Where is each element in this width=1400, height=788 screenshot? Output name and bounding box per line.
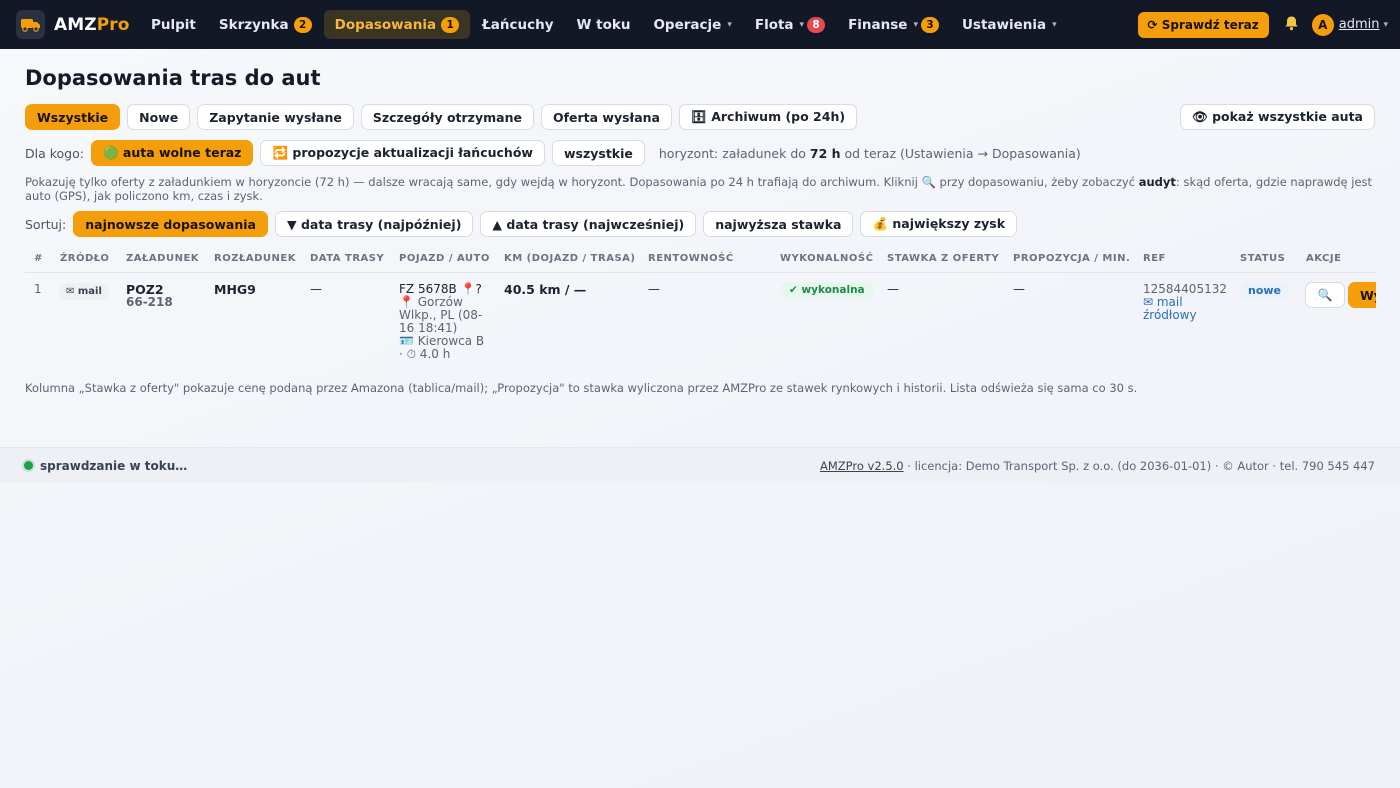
col-actions: Akcje <box>1306 253 1342 264</box>
col-feasibility[interactable]: Wykonalność <box>780 253 873 264</box>
vehicle-cell[interactable]: FZ 5678B 📍? 📍 Gorzów Wlkp., PL (08-16 18… <box>399 283 487 361</box>
vehicle-driver: 🪪 Kierowca B · ⏱ 4.0 h <box>399 334 485 361</box>
nav-w-toku[interactable]: W toku <box>566 10 642 39</box>
offer-rate-value: — <box>887 282 899 296</box>
footer: sprawdzanie w toku… AMZPro v2.5.0 · lice… <box>0 447 1400 483</box>
footer-info: AMZPro v2.5.0 · licencja: Demo Transport… <box>819 459 1375 473</box>
version-link[interactable]: AMZPro v2.5.0 <box>820 459 904 473</box>
source-badge: ✉ mail <box>59 283 109 300</box>
row-number: 1 <box>34 282 42 296</box>
chevron-down-icon: ▾ <box>913 19 918 30</box>
table-note: Kolumna „Stawka z oferty" pokazuje cenę … <box>25 381 1138 395</box>
status-cell: nowe <box>1240 282 1290 299</box>
top-navbar: AMZPro Pulpit Skrzynka 2 Dopasowania 1 Łań… <box>0 0 1400 49</box>
col-proposal[interactable]: Propozycja / min. <box>1013 253 1130 264</box>
sort-highest-rate[interactable]: najwyższa stawka <box>703 211 854 237</box>
col-vehicle[interactable]: Pojazd / auto <box>399 253 490 264</box>
source-mail-link[interactable]: ✉ mail źródłowy <box>1143 296 1235 322</box>
chevron-down-icon: ▾ <box>1052 19 1057 30</box>
col-km[interactable]: Km (dojazd / trasa) <box>504 253 635 264</box>
sort-newest[interactable]: najnowsze dopasowania <box>73 211 268 237</box>
load-cell: POZ2 66-218 <box>126 283 173 309</box>
km-value: 40.5 km / — <box>504 282 587 297</box>
status-badge: nowe <box>1240 282 1290 299</box>
unload-code: MHG9 <box>214 282 256 297</box>
sort-date-latest[interactable]: ▼ data trasy (najpóźniej) <box>274 211 474 237</box>
checking-status: sprawdzanie w toku… <box>40 459 188 473</box>
user-name: admin <box>1338 17 1380 32</box>
count-badge: 1 <box>441 16 460 33</box>
table-row[interactable]: 1 ✉ mail POZ2 66-218 MHG9 — FZ 5678B 📍? … <box>25 273 1376 368</box>
main-nav: Pulpit Skrzynka 2 Dopasowania 1 Łańcuchy W… <box>140 0 1069 49</box>
tab-archiwum[interactable]: 🗄 Archiwum (po 24h) <box>678 104 858 130</box>
tab-nowe[interactable]: Nowe <box>127 104 191 130</box>
matches-table: # Źródło Załadunek Rozładunek Data trasy… <box>25 246 1376 368</box>
nav-lancuchy[interactable]: Łańcuchy <box>471 10 564 39</box>
col-number: # <box>34 253 43 264</box>
horizon-info: horyzont: załadunek do 72 h od teraz (Us… <box>658 145 1081 161</box>
tab-wszystkie[interactable]: Wszystkie <box>25 104 121 130</box>
audience-label: Dla kogo: <box>25 145 84 161</box>
ref-cell: 12584405132 ✉ mail źródłowy <box>1143 283 1235 322</box>
avatar: A <box>1311 13 1334 36</box>
sort-options: Sortuj: najnowsze dopasowania ▼ data tra… <box>25 211 1024 237</box>
sort-label: Sortuj: <box>25 216 67 232</box>
col-route-date[interactable]: Data trasy <box>310 253 384 264</box>
count-badge: 3 <box>920 16 939 33</box>
vehicle-location: 📍 Gorzów Wlkp., PL (08-16 18:41) <box>399 295 483 335</box>
col-load[interactable]: Załadunek <box>126 253 199 264</box>
col-status[interactable]: Status <box>1240 253 1285 264</box>
nav-dopasowania[interactable]: Dopasowania 1 <box>323 10 471 39</box>
feasibility-cell: ✔ wykonalna <box>780 282 874 299</box>
sort-biggest-profit[interactable]: 💰 największy zysk <box>860 211 1018 237</box>
chevron-down-icon: ▾ <box>799 19 805 30</box>
route-date: — <box>310 282 322 296</box>
profit-value: — <box>648 282 660 296</box>
count-badge: 2 <box>293 16 312 33</box>
tab-szczegoly-otrzymane[interactable]: Szczegóły otrzymane <box>360 104 534 130</box>
nav-finanse[interactable]: Finanse ▾ 3 <box>837 10 950 39</box>
proposal-value: — <box>1013 282 1025 296</box>
nav-pulpit[interactable]: Pulpit <box>140 10 207 39</box>
user-menu[interactable]: A admin ▾ <box>1311 13 1388 36</box>
chevron-down-icon: ▾ <box>727 19 732 30</box>
top-right-actions: ⟳ Sprawdź teraz A admin ▾ <box>1137 0 1388 49</box>
nav-flota[interactable]: Flota ▾ 8 <box>744 10 836 39</box>
load-zip: 66-218 <box>126 295 173 309</box>
source-cell: ✉ mail <box>59 282 109 300</box>
show-all-vehicles-button[interactable]: 👁 pokaż wszystkie auta <box>1179 104 1375 130</box>
col-source[interactable]: Źródło <box>60 253 109 264</box>
tab-oferta-wyslana[interactable]: Oferta wysłana <box>540 104 672 130</box>
chevron-down-icon: ▾ <box>1383 19 1388 30</box>
col-profit[interactable]: Rentowność <box>648 253 734 264</box>
show-all-wrapper: 👁 pokaż wszystkie auta <box>1179 104 1375 130</box>
check-now-button[interactable]: ⟳ Sprawdź teraz <box>1137 11 1269 38</box>
feasibility-badge: ✔ wykonalna <box>780 282 874 299</box>
brand-name: AMZPro <box>54 14 130 35</box>
audience-chain-updates[interactable]: 🔁 propozycje aktualizacji łańcuchów <box>260 140 545 166</box>
audience-free-vehicles[interactable]: 🟢 auta wolne teraz <box>90 140 254 166</box>
status-filter-tabs: Wszystkie Nowe Zapytanie wysłane Szczegó… <box>25 104 864 130</box>
col-ref[interactable]: Ref <box>1143 253 1166 264</box>
info-text: Pokazuję tylko oferty z załadunkiem w ho… <box>25 175 1373 203</box>
audit-button[interactable]: 🔍 <box>1305 282 1345 308</box>
nav-skrzynka[interactable]: Skrzynka 2 <box>208 10 323 39</box>
send-button[interactable]: Wyślij <box>1348 282 1376 308</box>
page-title: Dopasowania tras do aut <box>25 66 321 90</box>
nav-operacje[interactable]: Operacje ▾ <box>642 10 742 39</box>
audience-filter: Dla kogo: 🟢 auta wolne teraz 🔁 propozycj… <box>25 140 1081 166</box>
table-header: # Źródło Załadunek Rozładunek Data trasy… <box>25 246 1376 273</box>
brand[interactable]: AMZPro <box>16 10 136 39</box>
status-dot-icon <box>24 461 33 470</box>
magnifier-icon: 🔍 <box>1317 288 1333 302</box>
col-unload[interactable]: Rozładunek <box>214 253 296 264</box>
count-badge: 8 <box>807 16 826 33</box>
sort-date-earliest[interactable]: ▲ data trasy (najwcześniej) <box>480 211 697 237</box>
col-offer-rate[interactable]: Stawka z oferty <box>887 253 999 264</box>
bell-icon[interactable] <box>1284 15 1299 35</box>
truck-icon <box>16 10 45 39</box>
tab-zapytanie-wyslane[interactable]: Zapytanie wysłane <box>197 104 354 130</box>
audience-all[interactable]: wszystkie <box>551 140 645 166</box>
nav-ustawienia[interactable]: Ustawienia ▾ <box>951 10 1068 39</box>
